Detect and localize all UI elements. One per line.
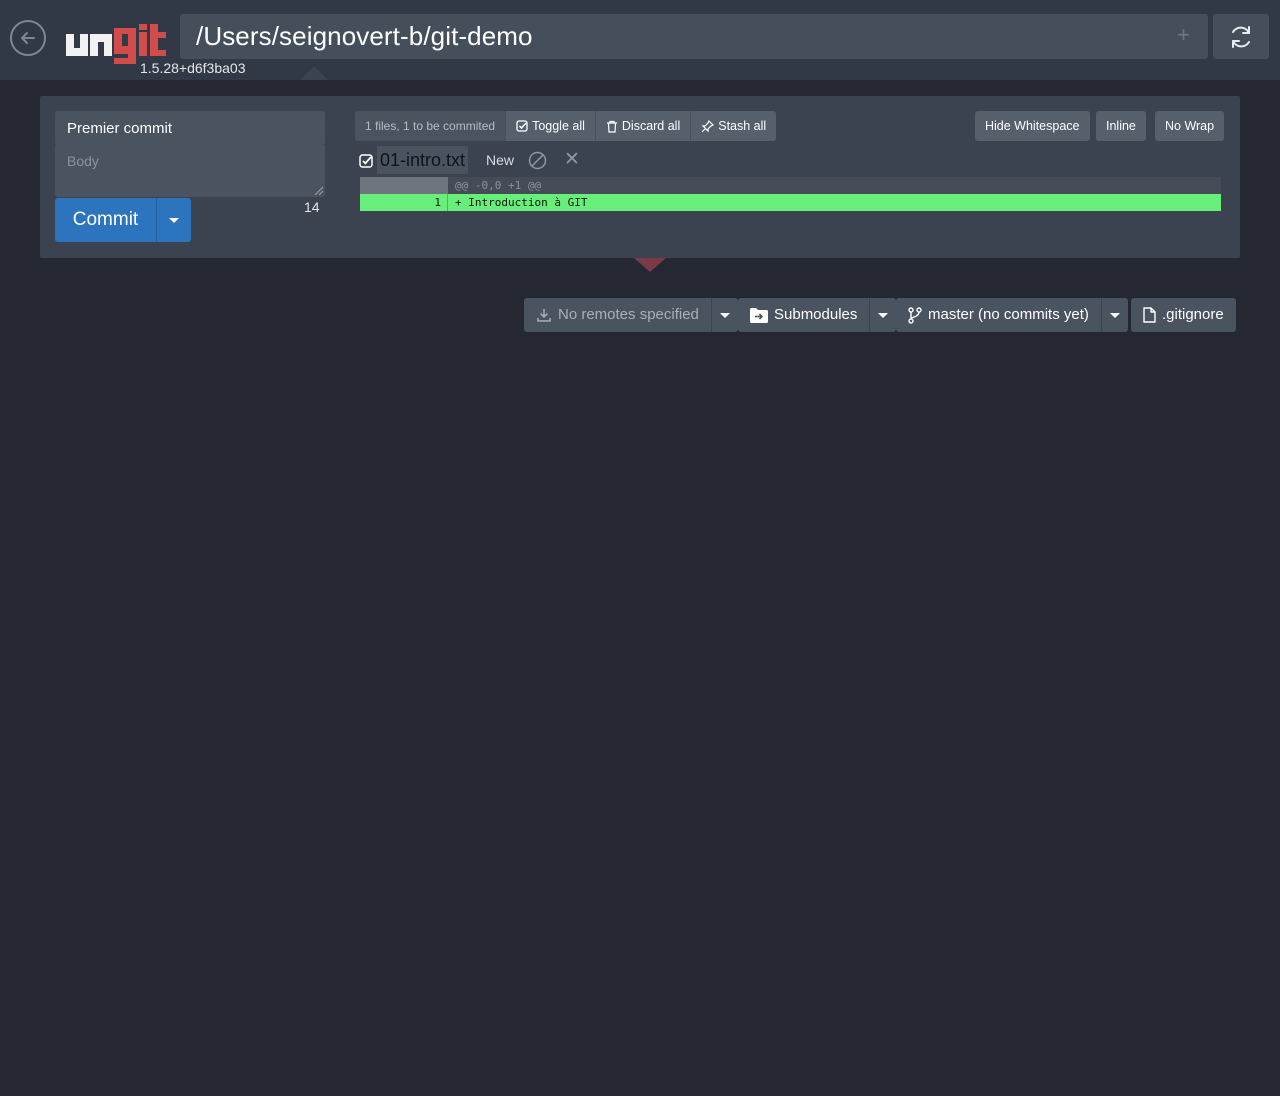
refresh-button[interactable] xyxy=(1213,14,1269,59)
remotes-dropdown-button[interactable] xyxy=(710,298,738,332)
submodules-button[interactable]: Submodules xyxy=(738,298,870,332)
version-label: 1.5.28+d6f3ba03 xyxy=(140,60,246,76)
back-button[interactable] xyxy=(10,20,46,56)
discard-all-button[interactable]: Discard all xyxy=(594,111,691,141)
files-summary: 1 files, 1 to be commited xyxy=(355,111,506,141)
check-square-icon xyxy=(516,120,528,132)
graph-pointer xyxy=(634,258,666,272)
folder-arrow-icon xyxy=(750,307,768,323)
file-status-badge: New xyxy=(486,152,515,168)
download-icon xyxy=(537,309,551,322)
add-repo-icon[interactable]: + xyxy=(1177,22,1190,48)
submodules-group: Submodules xyxy=(738,298,897,332)
diff-view: @@ -0,0 +1 @@ 1 + Introduction à GIT xyxy=(360,177,1221,211)
refresh-icon xyxy=(1232,25,1250,48)
pin-icon xyxy=(701,119,715,132)
panel-pointer xyxy=(300,66,328,80)
caret-down-icon xyxy=(878,312,889,318)
gitignore-label: .gitignore xyxy=(1162,306,1224,323)
diff-line-text: @@ -0,0 +1 @@ xyxy=(448,177,1221,194)
top-bar: ungit 1.5.28+d6f3ba03 /Users/seignovert-… xyxy=(0,0,1280,80)
branch-button[interactable]: master (no commits yet) xyxy=(896,298,1101,332)
staging-toolbar: 1 files, 1 to be commited Toggle all Dis… xyxy=(355,111,777,141)
diff-line-number: 1 xyxy=(360,194,448,211)
repo-path-input[interactable]: /Users/seignovert-b/git-demo + xyxy=(180,14,1208,59)
file-icon xyxy=(1143,307,1156,323)
fetch-button[interactable]: No remotes specified xyxy=(524,298,711,332)
resize-grip-icon[interactable] xyxy=(312,184,324,196)
branch-label: master (no commits yet) xyxy=(928,306,1089,323)
branch-dropdown-button[interactable] xyxy=(1100,298,1128,332)
gitignore-group: .gitignore xyxy=(1131,298,1236,332)
stash-all-label: Stash all xyxy=(718,119,767,133)
arrow-left-icon xyxy=(21,32,35,44)
diff-added-line: 1 + Introduction à GIT xyxy=(360,194,1221,211)
git-branch-icon xyxy=(908,306,922,324)
commit-title-input[interactable] xyxy=(55,111,325,145)
toggle-all-button[interactable]: Toggle all xyxy=(505,111,595,141)
remotes-group: No remotes specified xyxy=(524,298,738,332)
hide-whitespace-button[interactable]: Hide Whitespace xyxy=(975,111,1090,141)
file-name[interactable]: 01-intro.txt xyxy=(377,146,469,174)
trash-icon xyxy=(606,120,617,133)
caret-down-icon xyxy=(719,312,730,318)
caret-down-icon xyxy=(169,217,179,223)
repo-path-text: /Users/seignovert-b/git-demo xyxy=(196,21,533,51)
commit-button[interactable]: Commit xyxy=(55,198,156,242)
gitignore-button[interactable]: .gitignore xyxy=(1131,298,1236,332)
no-wrap-button[interactable]: No Wrap xyxy=(1155,111,1225,141)
stash-all-button[interactable]: Stash all xyxy=(690,111,777,141)
ignore-file-icon[interactable] xyxy=(528,151,547,170)
staging-panel: 14 Commit 1 files, 1 to be commited Togg… xyxy=(40,96,1240,258)
file-checkbox-icon[interactable] xyxy=(359,154,373,168)
diff-line-text: + Introduction à GIT xyxy=(448,194,1221,211)
caret-down-icon xyxy=(1109,312,1120,318)
inline-button[interactable]: Inline xyxy=(1096,111,1146,141)
submodules-label: Submodules xyxy=(774,306,858,323)
commit-options-button[interactable] xyxy=(156,198,191,242)
remotes-label: No remotes specified xyxy=(558,306,699,323)
submodules-dropdown-button[interactable] xyxy=(869,298,897,332)
discard-all-label: Discard all xyxy=(621,119,681,133)
branch-group: master (no commits yet) xyxy=(896,298,1128,332)
toggle-all-label: Toggle all xyxy=(532,119,585,133)
commit-body-input[interactable] xyxy=(55,145,325,197)
title-char-count: 14 xyxy=(304,199,320,215)
close-icon[interactable]: ✕ xyxy=(564,150,580,170)
diff-line-number xyxy=(360,177,448,194)
diff-hunk-header: @@ -0,0 +1 @@ xyxy=(360,177,1221,194)
